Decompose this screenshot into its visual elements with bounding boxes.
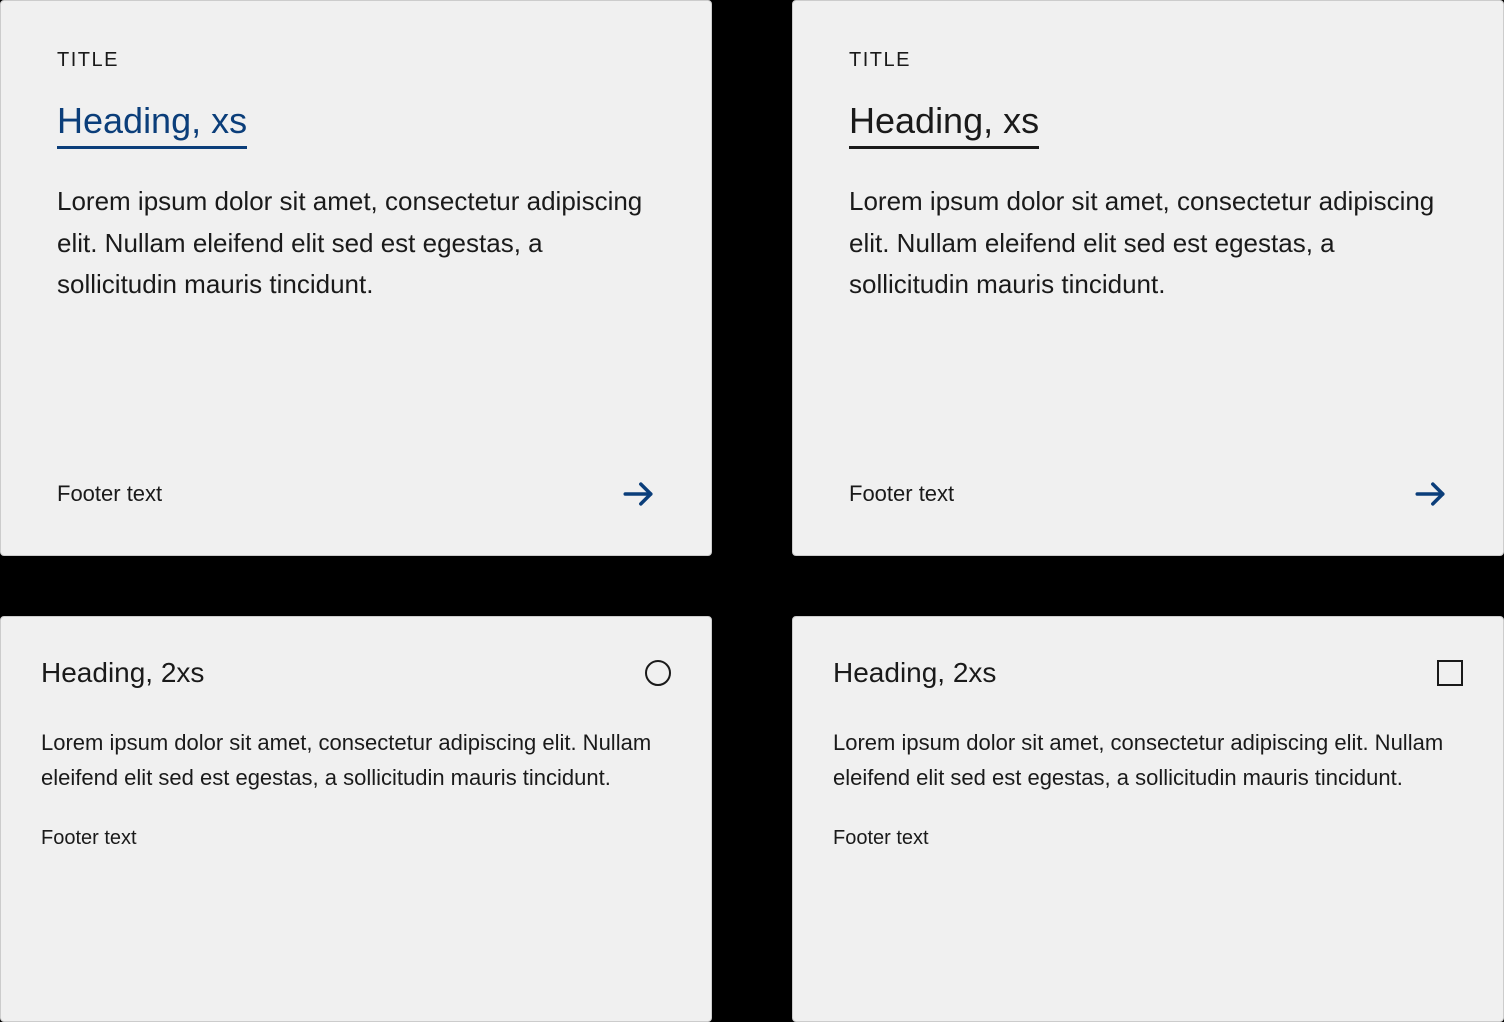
card-body: Lorem ipsum dolor sit amet, consectetur …	[57, 181, 655, 441]
card-footer: Footer text	[833, 827, 1463, 850]
card-overline: TITLE	[57, 49, 655, 72]
card-heading: Heading, 2xs	[41, 657, 204, 689]
card-body: Lorem ipsum dolor sit amet, consectetur …	[849, 181, 1447, 441]
card-overline: TITLE	[849, 49, 1447, 72]
card-header-row: Heading, 2xs	[833, 657, 1463, 689]
card[interactable]: Heading, 2xs Lorem ipsum dolor sit amet,…	[792, 616, 1504, 1022]
arrow-right-icon[interactable]	[1413, 477, 1447, 511]
radio-icon[interactable]	[645, 660, 671, 686]
arrow-right-icon[interactable]	[621, 477, 655, 511]
card-heading-link[interactable]: Heading, xs	[57, 100, 247, 149]
card-footer-text: Footer text	[833, 827, 929, 850]
card-footer-text: Footer text	[41, 827, 137, 850]
card-header-row: Heading, 2xs	[41, 657, 671, 689]
card: TITLE Heading, xs Lorem ipsum dolor sit …	[0, 0, 712, 556]
card-footer-text: Footer text	[57, 481, 162, 507]
card-footer: Footer text	[41, 827, 671, 850]
card-footer: Footer text	[849, 477, 1447, 511]
card[interactable]: Heading, 2xs Lorem ipsum dolor sit amet,…	[0, 616, 712, 1022]
card-body: Lorem ipsum dolor sit amet, consectetur …	[41, 725, 671, 795]
card-heading: Heading, 2xs	[833, 657, 996, 689]
card-body: Lorem ipsum dolor sit amet, consectetur …	[833, 725, 1463, 795]
card: TITLE Heading, xs Lorem ipsum dolor sit …	[792, 0, 1504, 556]
card-heading-link[interactable]: Heading, xs	[849, 100, 1039, 149]
card-footer-text: Footer text	[849, 481, 954, 507]
checkbox-icon[interactable]	[1437, 660, 1463, 686]
card-footer: Footer text	[57, 477, 655, 511]
